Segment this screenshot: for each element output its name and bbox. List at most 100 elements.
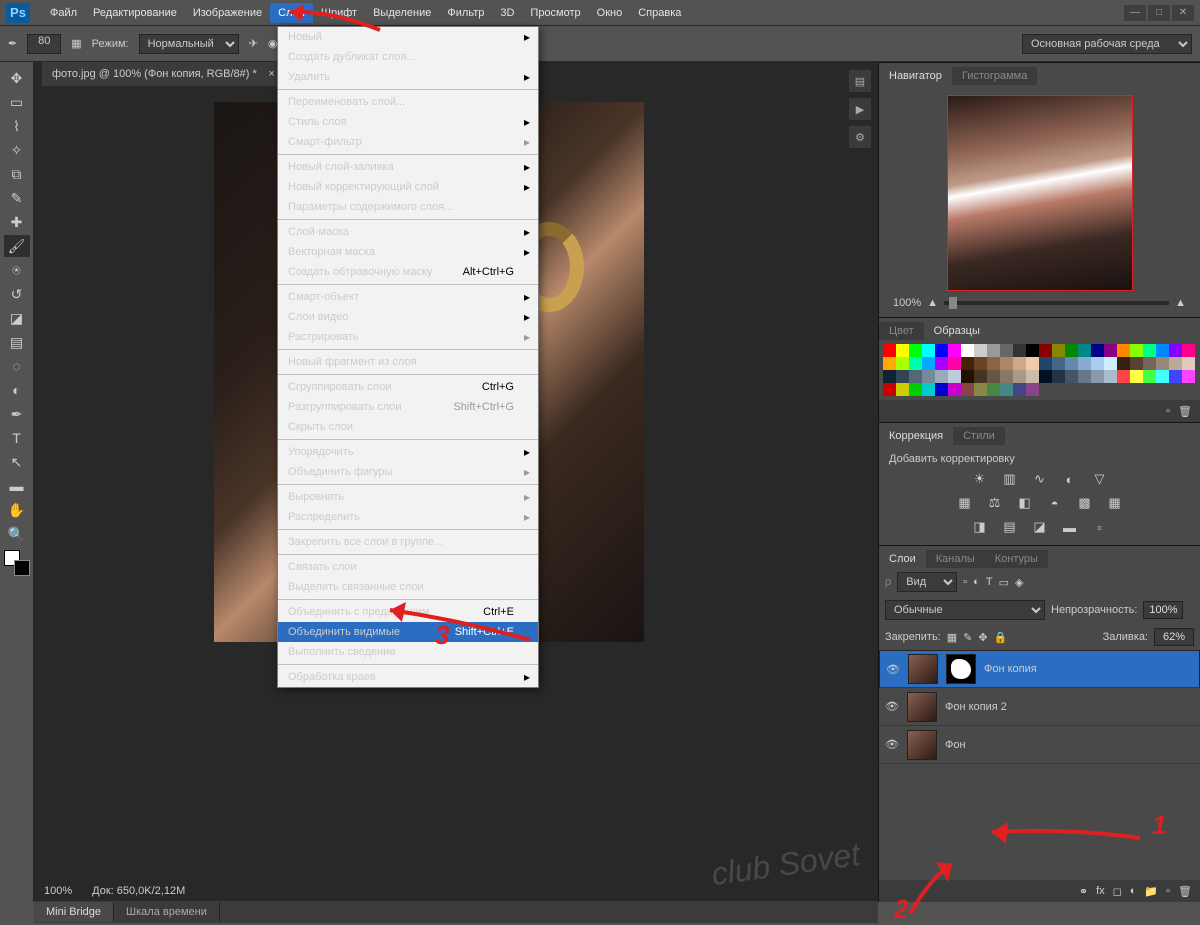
menu-item[interactable]: Новый слой-заливка	[278, 157, 538, 177]
swatch[interactable]	[1065, 344, 1078, 357]
swatch[interactable]	[1065, 370, 1078, 383]
swatch[interactable]	[883, 357, 896, 370]
gradient-tool[interactable]: ▤	[4, 331, 30, 353]
swatch[interactable]	[1182, 357, 1195, 370]
swatch[interactable]	[1130, 370, 1143, 383]
swatch[interactable]	[1117, 370, 1130, 383]
menu-item[interactable]: Слой-маска	[278, 222, 538, 242]
menu-item[interactable]: Обработка краев	[278, 667, 538, 687]
swatch[interactable]	[1052, 344, 1065, 357]
swatch[interactable]	[1065, 357, 1078, 370]
history-brush-tool[interactable]: ↺	[4, 283, 30, 305]
swatch[interactable]	[896, 383, 909, 396]
swatch[interactable]	[1000, 357, 1013, 370]
minimize-button[interactable]: —	[1124, 5, 1146, 21]
menu-изображение[interactable]: Изображение	[185, 3, 270, 23]
menu-шрифт[interactable]: Шрифт	[313, 3, 365, 23]
menu-слои[interactable]: Слои	[270, 3, 313, 23]
menu-просмотр[interactable]: Просмотр	[522, 3, 588, 23]
lookup-icon[interactable]: ▦	[1105, 495, 1125, 511]
filter-shape-icon[interactable]: ▭	[999, 576, 1009, 589]
zoom-tool[interactable]: 🔍	[4, 523, 30, 545]
menu-item[interactable]: Упорядочить	[278, 442, 538, 462]
crop-tool[interactable]: ⧉	[4, 163, 30, 185]
healing-tool[interactable]: ✚	[4, 211, 30, 233]
swatch[interactable]	[1013, 344, 1026, 357]
mixer-icon[interactable]: ▩	[1075, 495, 1095, 511]
visibility-icon[interactable]: 👁	[885, 738, 899, 751]
tab-paths[interactable]: Контуры	[985, 550, 1048, 568]
hue-icon[interactable]: ▦	[955, 495, 975, 511]
swatch[interactable]	[1104, 357, 1117, 370]
swatch[interactable]	[896, 344, 909, 357]
lock-all-icon[interactable]: 🔒	[994, 631, 1008, 644]
layer-row[interactable]: 👁Фон копия	[879, 650, 1200, 688]
swatch[interactable]	[935, 383, 948, 396]
tab-channels[interactable]: Каналы	[926, 550, 985, 568]
swatch[interactable]	[987, 357, 1000, 370]
swatch[interactable]	[922, 344, 935, 357]
opacity-input[interactable]	[1143, 601, 1183, 619]
swatch[interactable]	[1026, 357, 1039, 370]
swatch[interactable]	[1156, 370, 1169, 383]
blend-mode[interactable]: Обычные	[885, 600, 1045, 620]
blend-mode-select[interactable]: Нормальный	[139, 34, 239, 54]
swatch[interactable]	[961, 370, 974, 383]
menu-item[interactable]: Смарт-объект	[278, 287, 538, 307]
tab-color[interactable]: Цвет	[879, 322, 924, 340]
tab-navigator[interactable]: Навигатор	[879, 67, 952, 85]
swatch[interactable]	[1026, 344, 1039, 357]
swatch[interactable]	[1091, 357, 1104, 370]
brush-tool[interactable]: 🖌	[4, 235, 30, 257]
swatch[interactable]	[1130, 344, 1143, 357]
brush-icon[interactable]: ✒	[8, 37, 17, 50]
menu-item[interactable]: Новый	[278, 27, 538, 47]
filter-type-icon[interactable]: T	[986, 576, 993, 588]
close-tab-icon[interactable]: ×	[268, 68, 274, 80]
vibrance-icon[interactable]: ▽	[1090, 471, 1110, 487]
menu-item[interactable]: Новый корректирующий слой	[278, 177, 538, 197]
swatch[interactable]	[948, 344, 961, 357]
swatch[interactable]	[883, 370, 896, 383]
zoom-in-icon[interactable]: ▲	[1175, 297, 1186, 309]
swatch[interactable]	[1039, 370, 1052, 383]
swatch[interactable]	[1104, 370, 1117, 383]
swatch[interactable]	[1039, 357, 1052, 370]
document-tab[interactable]: фото.jpg @ 100% (Фон копия, RGB/8#) * ×	[42, 62, 281, 86]
swatch[interactable]	[948, 370, 961, 383]
swatch[interactable]	[1026, 370, 1039, 383]
stamp-tool[interactable]: ⍟	[4, 259, 30, 281]
pen-tool[interactable]: ✒	[4, 403, 30, 425]
menu-item[interactable]: Создать обтравочную маскуAlt+Ctrl+G	[278, 262, 538, 282]
curves-icon[interactable]: ∿	[1030, 471, 1050, 487]
swatch[interactable]	[987, 370, 1000, 383]
swatch[interactable]	[1143, 357, 1156, 370]
photo-filter-icon[interactable]: ◓	[1045, 495, 1065, 511]
swatch[interactable]	[1117, 344, 1130, 357]
type-tool[interactable]: T	[4, 427, 30, 449]
invert-icon[interactable]: ◨	[970, 519, 990, 535]
menu-справка[interactable]: Справка	[630, 3, 689, 23]
filter-pixel-icon[interactable]: ▫	[963, 576, 967, 588]
tab-minibridge[interactable]: Mini Bridge	[34, 902, 114, 922]
swatch[interactable]	[1130, 357, 1143, 370]
posterize-icon[interactable]: ▤	[1000, 519, 1020, 535]
swatch[interactable]	[935, 357, 948, 370]
eraser-tool[interactable]: ◪	[4, 307, 30, 329]
swatch[interactable]	[1078, 357, 1091, 370]
blur-tool[interactable]: ◌	[4, 355, 30, 377]
bw-icon[interactable]: ◧	[1015, 495, 1035, 511]
swatch[interactable]	[948, 383, 961, 396]
swatch[interactable]	[1000, 344, 1013, 357]
swatch[interactable]	[1143, 344, 1156, 357]
menu-файл[interactable]: Файл	[42, 3, 85, 23]
swatch[interactable]	[909, 383, 922, 396]
history-panel-icon[interactable]: ▤	[849, 70, 871, 92]
tab-styles[interactable]: Стили	[953, 427, 1005, 445]
swatch[interactable]	[896, 357, 909, 370]
tab-swatches[interactable]: Образцы	[924, 322, 990, 340]
levels-icon[interactable]: ▥	[1000, 471, 1020, 487]
swatch[interactable]	[1156, 357, 1169, 370]
swatch[interactable]	[961, 383, 974, 396]
menu-item[interactable]: Стиль слоя	[278, 112, 538, 132]
